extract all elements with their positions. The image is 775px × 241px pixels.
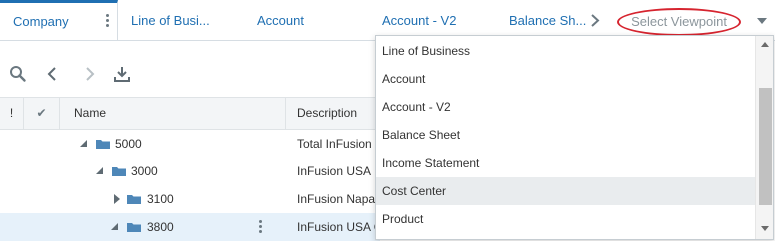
caret-down-icon[interactable] [757,18,767,24]
forward-arrow-icon[interactable] [79,64,99,84]
row-description: InFusion USA C [297,220,383,234]
row-name: 3800 [147,220,174,234]
option-product[interactable]: Product [376,205,755,233]
scroll-up-arrow-icon[interactable] [761,42,769,47]
row-actions-menu-icon[interactable] [259,220,263,236]
scrollbar-thumb[interactable] [759,88,772,205]
table-row[interactable]: 3100 InFusion Napa [0,185,380,213]
viewpoint-dropdown-list: Line of Business Account Account - V2 Ba… [375,35,774,240]
name-column-header[interactable]: Name [60,98,286,129]
row-name: 5000 [115,137,142,151]
table-row-selected[interactable]: 3800 InFusion USA C [0,213,383,241]
collapse-icon[interactable] [111,223,118,230]
flag-column-header[interactable]: ! [0,98,24,129]
tab-company[interactable]: Company [0,0,118,41]
option-balance-sheet[interactable]: Balance Sheet [376,121,755,149]
option-cost-center[interactable]: Cost Center [376,177,755,205]
grid-header: ! ✔ Name Description [0,97,380,130]
collapse-icon[interactable] [96,167,103,174]
row-description: InFusion Napa [297,192,376,206]
tab-line-of-business[interactable]: Line of Busi... [131,0,210,41]
download-icon[interactable] [112,64,132,84]
grid-toolbar [0,60,370,90]
option-account-v2[interactable]: Account - V2 [376,93,755,121]
folder-icon [127,195,141,204]
scroll-down-arrow-icon[interactable] [761,226,769,231]
dropdown-options: Line of Business Account Account - V2 Ba… [376,37,755,233]
option-line-of-business[interactable]: Line of Business [376,37,755,65]
back-arrow-icon[interactable] [43,64,63,84]
description-column-header[interactable]: Description [286,98,380,129]
select-viewpoint-placeholder: Select Viewpoint [631,14,727,29]
tab-label: Company [13,14,69,29]
collapse-icon[interactable] [80,140,87,147]
tab-label: Balance Sh... [509,13,587,28]
check-column-header[interactable]: ✔ [24,98,60,129]
chevron-right-icon[interactable] [590,14,600,27]
table-row[interactable]: 3000 InFusion USA [0,157,380,185]
folder-icon [127,223,141,232]
tab-label: Account [257,13,304,28]
row-name: 3100 [147,192,174,206]
dropdown-scrollbar[interactable] [755,36,773,239]
folder-icon [96,140,110,149]
tab-label: Line of Busi... [131,13,210,28]
row-description: Total InFusion C [297,137,384,151]
expand-icon[interactable] [114,194,120,204]
tab-label: Account - V2 [382,13,457,28]
tab-account[interactable]: Account [257,0,304,41]
search-icon[interactable] [8,64,28,84]
folder-icon [112,167,126,176]
flag-column-label: ! [9,106,14,120]
tab-menu-icon[interactable] [106,14,110,28]
row-name: 3000 [131,164,158,178]
row-description: InFusion USA [297,164,372,178]
option-income-statement[interactable]: Income Statement [376,149,755,177]
description-column-label: Description [297,106,358,120]
checkmark-icon: ✔ [36,106,47,120]
select-viewpoint-dropdown[interactable]: Select Viewpoint [618,8,740,35]
option-account[interactable]: Account [376,65,755,93]
name-column-label: Name [74,106,107,120]
table-row[interactable]: 5000 Total InFusion C [0,130,384,158]
